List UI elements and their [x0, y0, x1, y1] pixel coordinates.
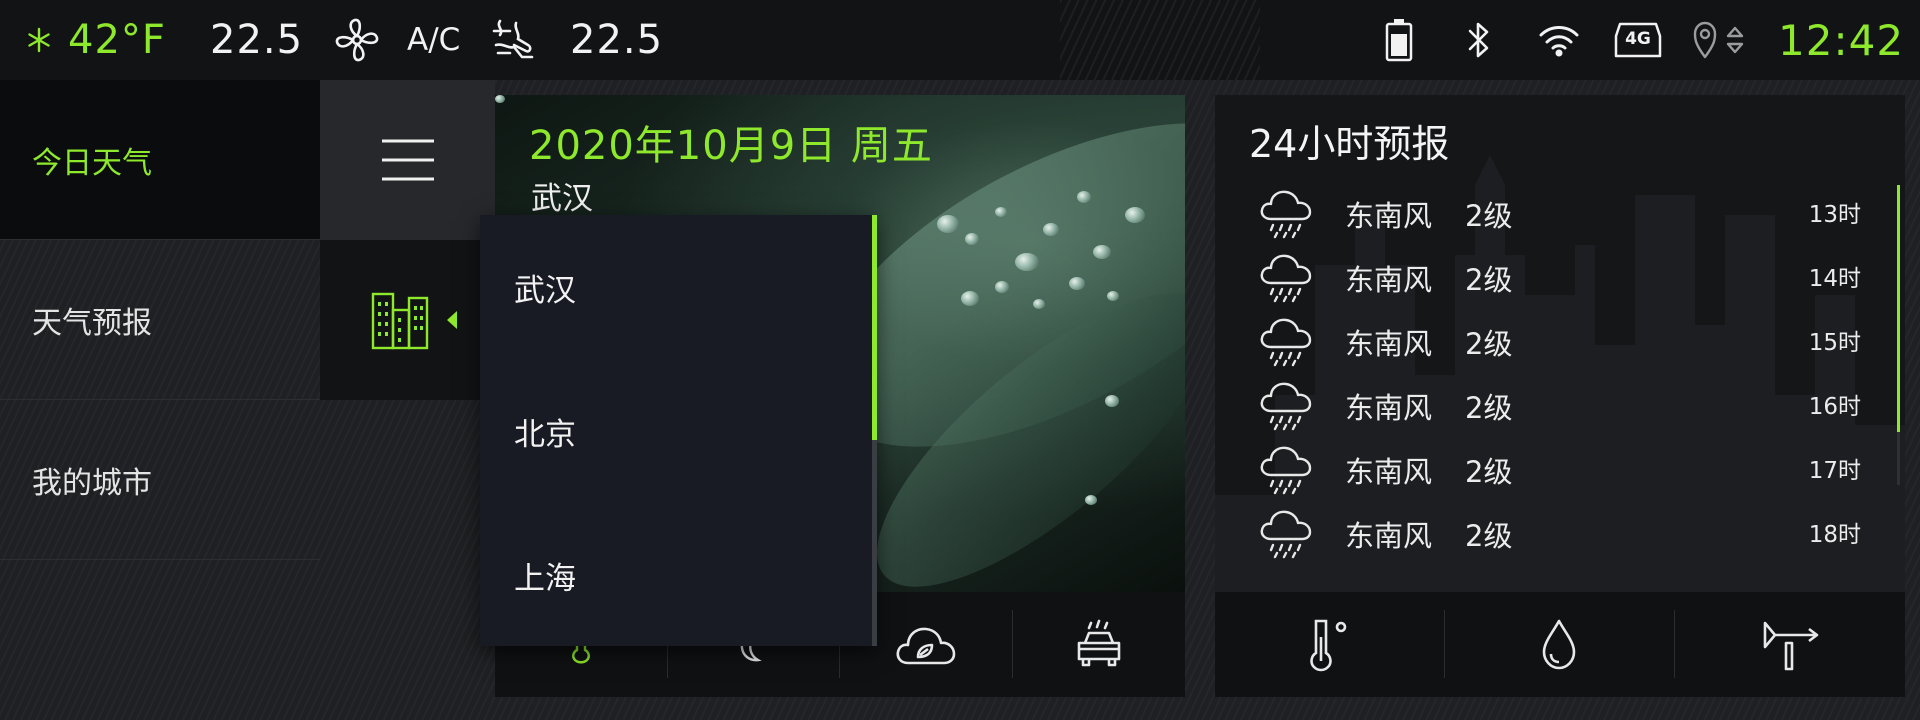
forecast-wind-direction: 东南风: [1345, 199, 1433, 233]
forecast-wind-level: 2级: [1465, 199, 1513, 233]
bluetooth-icon[interactable]: [1466, 0, 1492, 80]
forecast-hour: 14时: [1808, 266, 1861, 292]
forecast-wind-direction: 东南风: [1345, 455, 1433, 489]
city-option-beijing[interactable]: 北京: [514, 409, 576, 454]
forecast-wind-direction: 东南风: [1345, 391, 1433, 425]
rain-icon: [1259, 381, 1313, 431]
car-wash-button[interactable]: [1012, 592, 1185, 697]
rain-icon: [1259, 253, 1313, 303]
fan-icon[interactable]: [334, 0, 380, 80]
forecast-hour: 17时: [1808, 458, 1861, 484]
rain-icon: [1259, 189, 1313, 239]
clock: 12:42: [1778, 15, 1905, 65]
caret-left-icon: [447, 311, 457, 329]
seat-airflow-icon[interactable]: [490, 0, 538, 80]
sidebar-item-label: 我的城市: [32, 465, 152, 501]
forecast-row: 东南风 2级 15时: [1215, 311, 1905, 375]
wind-button[interactable]: [1674, 592, 1905, 697]
forecast-wind-direction: 东南风: [1345, 519, 1433, 553]
network-type-label: 4G: [1625, 29, 1651, 49]
sidebar-item-my-cities[interactable]: 我的城市: [0, 400, 320, 560]
passenger-temperature[interactable]: 22.5: [570, 0, 663, 80]
sidebar-item-label: 天气预报: [32, 305, 152, 341]
wifi-icon[interactable]: [1538, 0, 1580, 80]
city-select-button[interactable]: [320, 240, 495, 400]
forecast-wind-level: 2级: [1465, 263, 1513, 297]
outside-temperature: 42°F: [68, 17, 166, 63]
forecast-wind-level: 2级: [1465, 455, 1513, 489]
forecast-wind-level: 2级: [1465, 327, 1513, 361]
forecast-wind-level: 2级: [1465, 519, 1513, 553]
car-wash-icon: [1077, 619, 1120, 666]
forecast-row: 东南风 2级 14时: [1215, 247, 1905, 311]
driver-temperature[interactable]: 22.5: [210, 0, 303, 80]
menu-button[interactable]: [320, 80, 495, 240]
icon-rail: [320, 80, 495, 720]
humidity-button[interactable]: [1444, 592, 1674, 697]
forecast-wind-level: 2级: [1465, 391, 1513, 425]
current-city: 武汉: [531, 181, 593, 217]
location-icon[interactable]: [1692, 0, 1748, 80]
forecast-hour: 15时: [1808, 330, 1861, 356]
ac-button[interactable]: A/C: [407, 0, 460, 80]
humidity-drop-icon: [1542, 619, 1576, 669]
forecast-hour: 18时: [1808, 522, 1861, 548]
city-option-wuhan[interactable]: 武汉: [514, 265, 576, 310]
forecast-row: 东南风 2级 13时: [1215, 183, 1905, 247]
city-dropdown: 武汉 北京 上海: [480, 215, 877, 646]
eco-cloud-icon: [896, 627, 955, 664]
battery-icon: [1384, 0, 1414, 80]
forecast-wind-direction: 东南风: [1345, 263, 1433, 297]
wind-vane-icon: [1763, 621, 1818, 670]
forecast-row: 东南风 2级 16时: [1215, 375, 1905, 439]
temperature-icon: [1309, 619, 1346, 671]
forecast-hour: 13时: [1808, 202, 1861, 228]
forecast-wind-direction: 东南风: [1345, 327, 1433, 361]
current-date: 2020年10月9日 周五: [529, 123, 933, 169]
rain-icon: [1259, 445, 1313, 495]
rain-icon: [1259, 317, 1313, 367]
rain-icon: [1259, 509, 1313, 559]
forecast-scrollbar-thumb[interactable]: [1897, 185, 1900, 432]
forecast-hour: 16时: [1808, 394, 1861, 420]
sidebar-item-today-weather[interactable]: 今日天气: [0, 80, 320, 240]
city-buildings-icon: [371, 292, 429, 350]
status-bar-decoration: [1060, 0, 1260, 80]
sidebar-item-label: 今日天气: [32, 145, 152, 181]
snowflake-icon: [26, 0, 52, 80]
4g-icon: 4G: [1612, 0, 1664, 80]
forecast-toolbar: [1215, 592, 1905, 697]
sidebar-item-weather-forecast[interactable]: 天气预报: [0, 240, 320, 400]
temperature-button[interactable]: [1215, 592, 1444, 697]
forecast-row: 东南风 2级 18时: [1215, 503, 1905, 567]
status-bar: 42°F 22.5 A/C 22.5 4G 12:42: [0, 0, 1920, 80]
forecast-title: 24小时预报: [1249, 122, 1450, 166]
city-option-shanghai[interactable]: 上海: [514, 553, 576, 598]
dropdown-scrollbar-thumb[interactable]: [872, 215, 877, 440]
forecast-row: 东南风 2级 17时: [1215, 439, 1905, 503]
hourly-forecast-panel: 24小时预报 东南风 2级 13时 东南风 2级 14时 东南风 2级 15时 东南风 2级 16时东…: [1215, 95, 1905, 592]
menu-icon: [381, 139, 434, 181]
sidebar: 今日天气 天气预报 我的城市: [0, 80, 320, 720]
